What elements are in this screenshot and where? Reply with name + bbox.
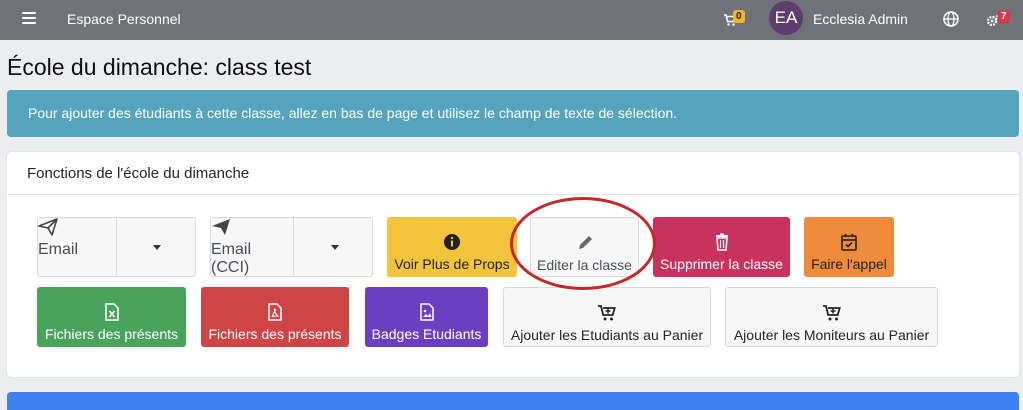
user-name[interactable]: Ecclesia Admin: [813, 11, 908, 27]
attendees-excel-label: Fichiers des présents: [44, 326, 179, 342]
email-split-button: Email: [37, 217, 196, 277]
trash-icon: [715, 233, 728, 251]
notification-count-badge: 7: [998, 10, 1010, 23]
page-title: École du dimanche: class test: [7, 54, 312, 80]
paper-plane-icon: [38, 218, 58, 236]
view-props-button[interactable]: Voir Plus de Props: [387, 217, 517, 277]
attendees-pdf-label: Fichiers des présents: [208, 326, 342, 342]
file-pdf-icon: [268, 303, 282, 321]
pencil-icon: [578, 236, 592, 249]
globe-icon[interactable]: [942, 10, 960, 28]
email-dropdown-toggle[interactable]: [153, 245, 161, 250]
paper-plane-solid-icon: [212, 219, 230, 235]
add-students-cart-button[interactable]: Ajouter les Etudiants au Panier: [503, 287, 711, 347]
add-monitors-cart-button[interactable]: Ajouter les Moniteurs au Panier: [725, 287, 938, 347]
cart-plus-icon: [822, 305, 841, 321]
top-navbar: Espace Personnel 0 EA Ecclesia Admin 7: [0, 0, 1023, 40]
next-card-header: [7, 392, 1019, 410]
student-badges-label: Badges Etudiants: [371, 326, 482, 342]
view-props-label: Voir Plus de Props: [394, 256, 510, 272]
email-button[interactable]: Email: [38, 218, 117, 276]
email-cci-split-button: Email (CCI): [210, 217, 373, 277]
calendar-check-icon: [841, 234, 857, 251]
edit-class-label: Editer la classe: [537, 257, 632, 273]
email-cci-dropdown-toggle[interactable]: [331, 245, 339, 250]
file-image-icon: [419, 303, 434, 321]
edit-class-button[interactable]: Editer la classe: [530, 217, 639, 277]
attendance-button[interactable]: Faire l'appel: [804, 217, 894, 277]
info-alert: Pour ajouter des étudiants à cette class…: [7, 90, 1019, 137]
email-cci-button[interactable]: Email (CCI): [211, 218, 294, 276]
add-students-cart-label: Ajouter les Etudiants au Panier: [510, 327, 704, 343]
menu-icon[interactable]: [22, 12, 36, 26]
settings-button[interactable]: 7: [986, 10, 1016, 30]
cart-plus-icon: [598, 305, 616, 321]
delete-class-button[interactable]: Supprimer la classe: [653, 217, 790, 277]
brand-link[interactable]: Espace Personnel: [67, 11, 181, 27]
card-header: Fonctions de l'école du dimanche: [7, 152, 1019, 195]
student-badges-button[interactable]: Badges Etudiants: [365, 287, 488, 347]
info-circle-icon: [444, 234, 460, 250]
file-excel-icon: [104, 303, 119, 321]
attendees-pdf-button[interactable]: Fichiers des présents: [201, 287, 349, 347]
functions-card: Fonctions de l'école du dimanche Email E…: [7, 152, 1019, 377]
cart-button[interactable]: 0: [723, 10, 751, 30]
attendees-excel-button[interactable]: Fichiers des présents: [37, 287, 186, 347]
info-alert-text: Pour ajouter des étudiants à cette class…: [28, 105, 678, 121]
email-cci-label: Email (CCI): [211, 241, 252, 276]
cart-count-badge: 0: [733, 10, 745, 23]
avatar[interactable]: EA: [769, 1, 803, 35]
delete-class-label: Supprimer la classe: [660, 256, 783, 272]
add-monitors-cart-label: Ajouter les Moniteurs au Panier: [733, 327, 930, 343]
email-label: Email: [38, 241, 79, 258]
attendance-label: Faire l'appel: [811, 256, 887, 272]
